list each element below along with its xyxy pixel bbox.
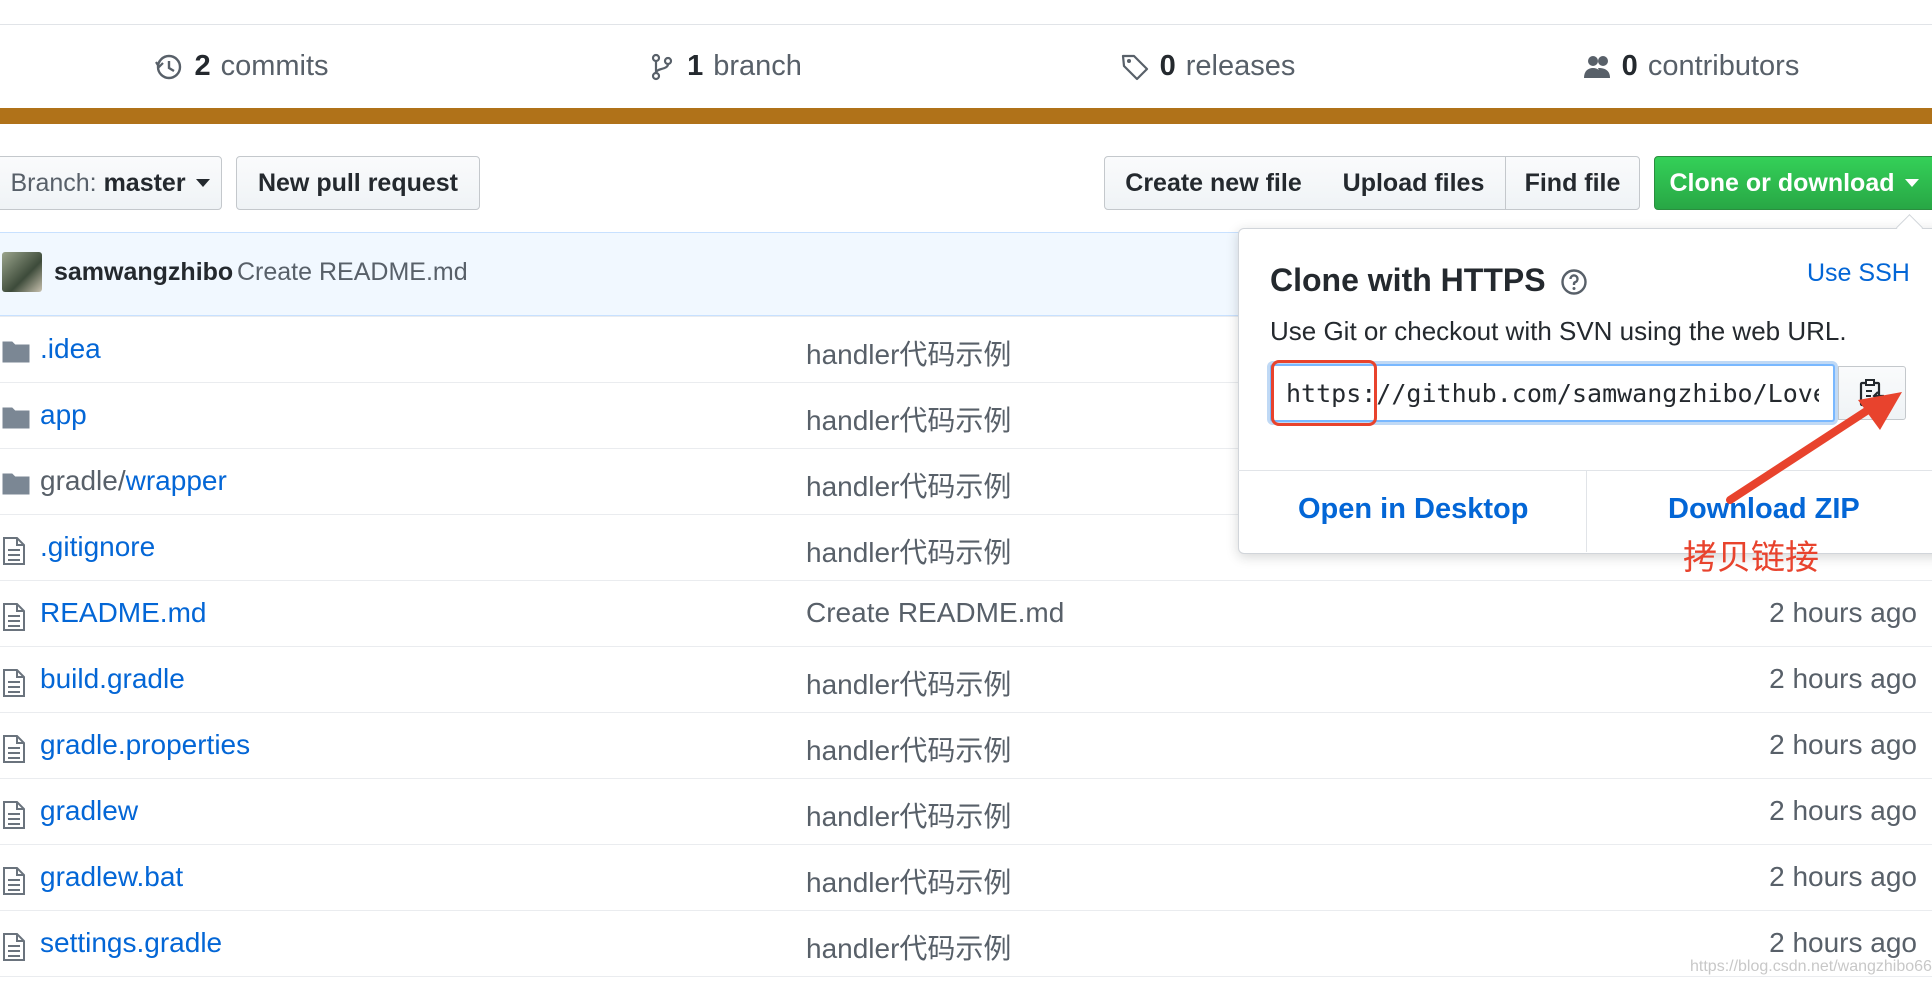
branch-select-button[interactable]: Branch: master — [0, 156, 222, 210]
file-icon — [2, 669, 30, 697]
upload-files-button[interactable]: Upload files — [1322, 156, 1506, 210]
contributors-count: 0 — [1621, 50, 1638, 82]
open-in-desktop-button[interactable]: Open in Desktop — [1298, 493, 1528, 526]
folder-icon — [2, 339, 30, 363]
file-name-prefix: gradle/ — [40, 465, 126, 496]
file-commit-message[interactable]: Create README.md — [806, 597, 1064, 629]
stat-contributors[interactable]: 0 contributors — [1449, 25, 1932, 108]
branch-icon — [651, 53, 673, 80]
file-name: gradlew.bat — [40, 861, 184, 892]
commits-label: commits — [220, 50, 329, 82]
tag-icon — [1121, 54, 1148, 80]
file-commit-message[interactable]: handler代码示例 — [806, 729, 1011, 769]
bottom-border — [0, 976, 1932, 977]
file-age: 2 hours ago — [1769, 663, 1917, 694]
file-commit-message[interactable]: handler代码示例 — [806, 861, 1011, 901]
file-name-link[interactable]: build.gradle — [40, 663, 185, 695]
file-name-link[interactable]: README.md — [40, 597, 206, 629]
stat-commits[interactable]: 2 commits — [0, 25, 483, 108]
file-age: 2 hours ago — [1769, 795, 1917, 826]
file-name-link[interactable]: .gitignore — [40, 531, 155, 563]
file-name: gradlew — [40, 795, 139, 826]
file-name-link[interactable]: gradle/wrapper — [40, 465, 227, 497]
new-pull-request-button[interactable]: New pull request — [236, 156, 480, 210]
file-name-link[interactable]: settings.gradle — [40, 927, 222, 959]
avatar[interactable] — [2, 252, 42, 292]
file-age: 2 hours ago — [1769, 927, 1917, 958]
language-bar — [0, 108, 1932, 124]
file-name: .gitignore — [40, 531, 156, 562]
releases-label: releases — [1185, 50, 1296, 82]
stat-branch[interactable]: 1 branch — [483, 25, 966, 108]
clone-description: Use Git or checkout with SVN using the w… — [1270, 316, 1847, 346]
repo-stats-bar: 2 commits 1 branch 0 releases 0 contributors — [0, 25, 1932, 108]
file-commit-message[interactable]: handler代码示例 — [806, 663, 1011, 703]
chevron-down-icon — [195, 179, 210, 187]
file-age: 2 hours ago — [1769, 729, 1917, 760]
use-ssh-link[interactable]: Use SSH — [1807, 259, 1910, 288]
file-commit-message[interactable]: handler代码示例 — [806, 333, 1011, 373]
file-row[interactable]: gradlew handler代码示例 2 hours ago — [0, 778, 1932, 845]
file-row[interactable]: gradle.properties handler代码示例 2 hours ago — [0, 712, 1932, 779]
folder-icon — [2, 471, 30, 495]
file-age: 2 hours ago — [1769, 597, 1917, 628]
file-name: gradle.properties — [40, 729, 251, 760]
file-row[interactable]: build.gradle handler代码示例 2 hours ago — [0, 646, 1932, 713]
clone-or-download-label: Clone or download — [1669, 168, 1895, 197]
file-icon — [2, 537, 30, 565]
file-commit-message[interactable]: handler代码示例 — [806, 795, 1011, 835]
file-name: build.gradle — [40, 663, 185, 694]
history-icon — [155, 54, 182, 79]
clone-title: Clone with HTTPS — [1270, 262, 1546, 298]
highlight-box — [1271, 360, 1377, 426]
branch-name: master — [103, 168, 186, 197]
create-new-file-button[interactable]: Create new file — [1104, 156, 1323, 210]
commit-message[interactable]: Create README.md — [237, 258, 468, 287]
file-age: 2 hours ago — [1769, 861, 1917, 892]
branch-label: branch — [713, 50, 802, 82]
file-name: .idea — [40, 333, 101, 364]
file-icon — [2, 801, 30, 829]
file-commit-message[interactable]: handler代码示例 — [806, 531, 1011, 571]
popup-vertical-divider — [1586, 470, 1587, 552]
annotation-label: 拷贝链接 — [1683, 539, 1819, 577]
file-commit-message[interactable]: handler代码示例 — [806, 927, 1011, 967]
find-file-button[interactable]: Find file — [1505, 156, 1640, 210]
file-commit-message[interactable]: handler代码示例 — [806, 399, 1011, 439]
branch-count: 1 — [687, 50, 704, 82]
file-name: app — [40, 399, 87, 430]
question-icon[interactable] — [1560, 268, 1588, 296]
contributors-label: contributors — [1647, 50, 1800, 82]
file-icon — [2, 867, 30, 895]
folder-icon — [2, 405, 30, 429]
file-row[interactable]: settings.gradle handler代码示例 2 hours ago — [0, 910, 1932, 977]
file-row[interactable]: gradlew.bat handler代码示例 2 hours ago — [0, 844, 1932, 911]
file-name: README.md — [40, 597, 207, 628]
file-name: wrapper — [125, 465, 227, 496]
file-icon — [2, 933, 30, 961]
people-icon — [1583, 55, 1610, 78]
stat-releases[interactable]: 0 releases — [966, 25, 1449, 108]
clone-or-download-button[interactable]: Clone or download — [1654, 156, 1932, 210]
file-name-link[interactable]: app — [40, 399, 87, 431]
branch-prefix: Branch: — [10, 168, 97, 197]
file-icon — [2, 735, 30, 763]
file-name-link[interactable]: gradle.properties — [40, 729, 250, 761]
watermark: https://blog.csdn.net/wangzhibo666 — [1690, 958, 1932, 975]
commits-count: 2 — [194, 50, 211, 82]
file-icon — [2, 603, 30, 631]
file-commit-message[interactable]: handler代码示例 — [806, 465, 1011, 505]
chevron-down-icon — [1904, 179, 1919, 187]
file-name-link[interactable]: gradlew — [40, 795, 138, 827]
releases-count: 0 — [1159, 50, 1176, 82]
file-name-link[interactable]: gradlew.bat — [40, 861, 183, 893]
file-row[interactable]: README.md Create README.md 2 hours ago — [0, 580, 1932, 647]
file-name: settings.gradle — [40, 927, 223, 958]
commit-author[interactable]: samwangzhibo — [54, 258, 233, 287]
annotation-arrow — [1726, 392, 1902, 504]
file-name-link[interactable]: .idea — [40, 333, 101, 365]
